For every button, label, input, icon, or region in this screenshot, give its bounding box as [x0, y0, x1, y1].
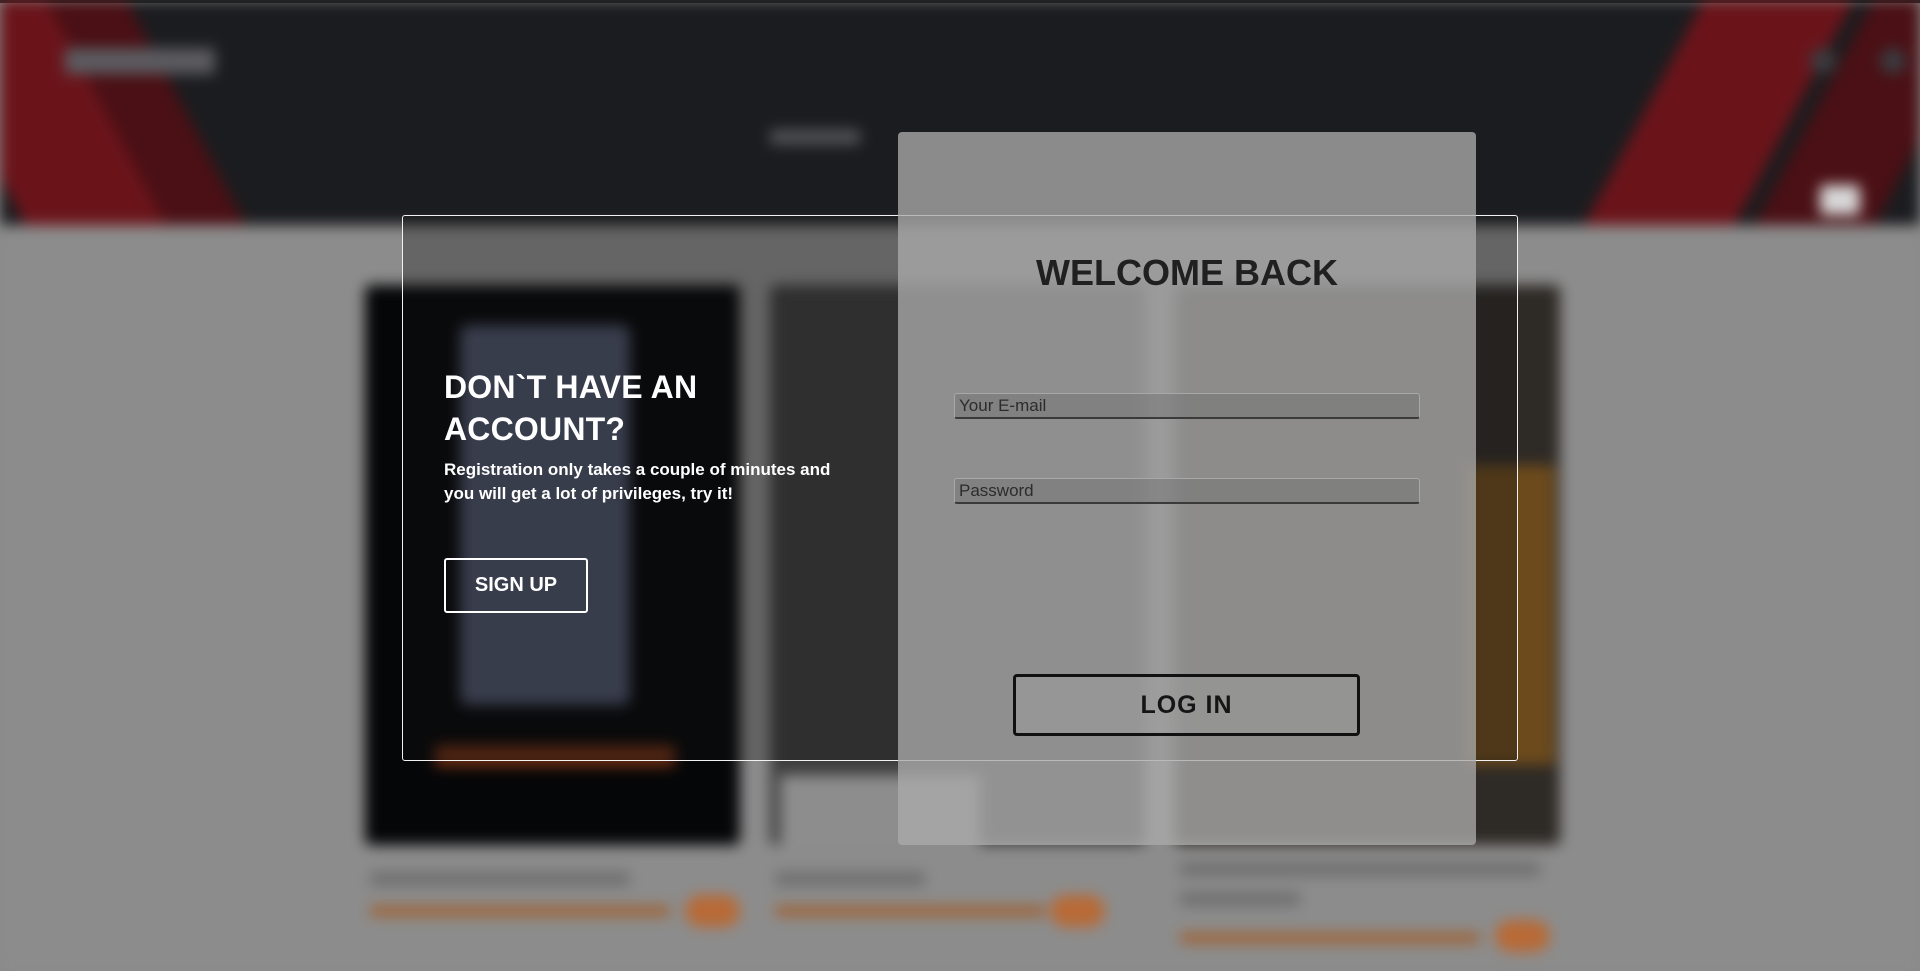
card-badge — [1050, 895, 1105, 927]
email-field[interactable] — [954, 393, 1420, 419]
card-caption — [370, 872, 630, 886]
login-title: WELCOME BACK — [1036, 252, 1338, 293]
signup-promo-description: Registration only takes a couple of minu… — [444, 460, 831, 503]
card-meta — [370, 906, 670, 916]
header-badge — [1820, 185, 1860, 215]
card-caption — [1180, 892, 1300, 906]
sign-up-button[interactable]: SIGN UP — [444, 558, 588, 613]
log-in-button[interactable]: LOG IN — [1013, 674, 1360, 736]
background-nav-item — [770, 130, 860, 144]
password-field[interactable] — [954, 478, 1420, 504]
card-meta — [775, 906, 1045, 916]
signup-promo-title: DON`T HAVE AN ACCOUNT? — [444, 369, 698, 447]
card-badge — [1495, 920, 1550, 952]
card-caption — [1180, 862, 1540, 876]
card-caption — [775, 872, 925, 886]
header-icon — [1880, 48, 1906, 74]
site-logo — [65, 48, 215, 74]
card-badge — [685, 895, 740, 927]
header-icon — [1810, 48, 1836, 74]
card-meta — [1180, 933, 1480, 943]
signup-promo-panel: DON`T HAVE AN ACCOUNT? Registration only… — [444, 366, 844, 506]
